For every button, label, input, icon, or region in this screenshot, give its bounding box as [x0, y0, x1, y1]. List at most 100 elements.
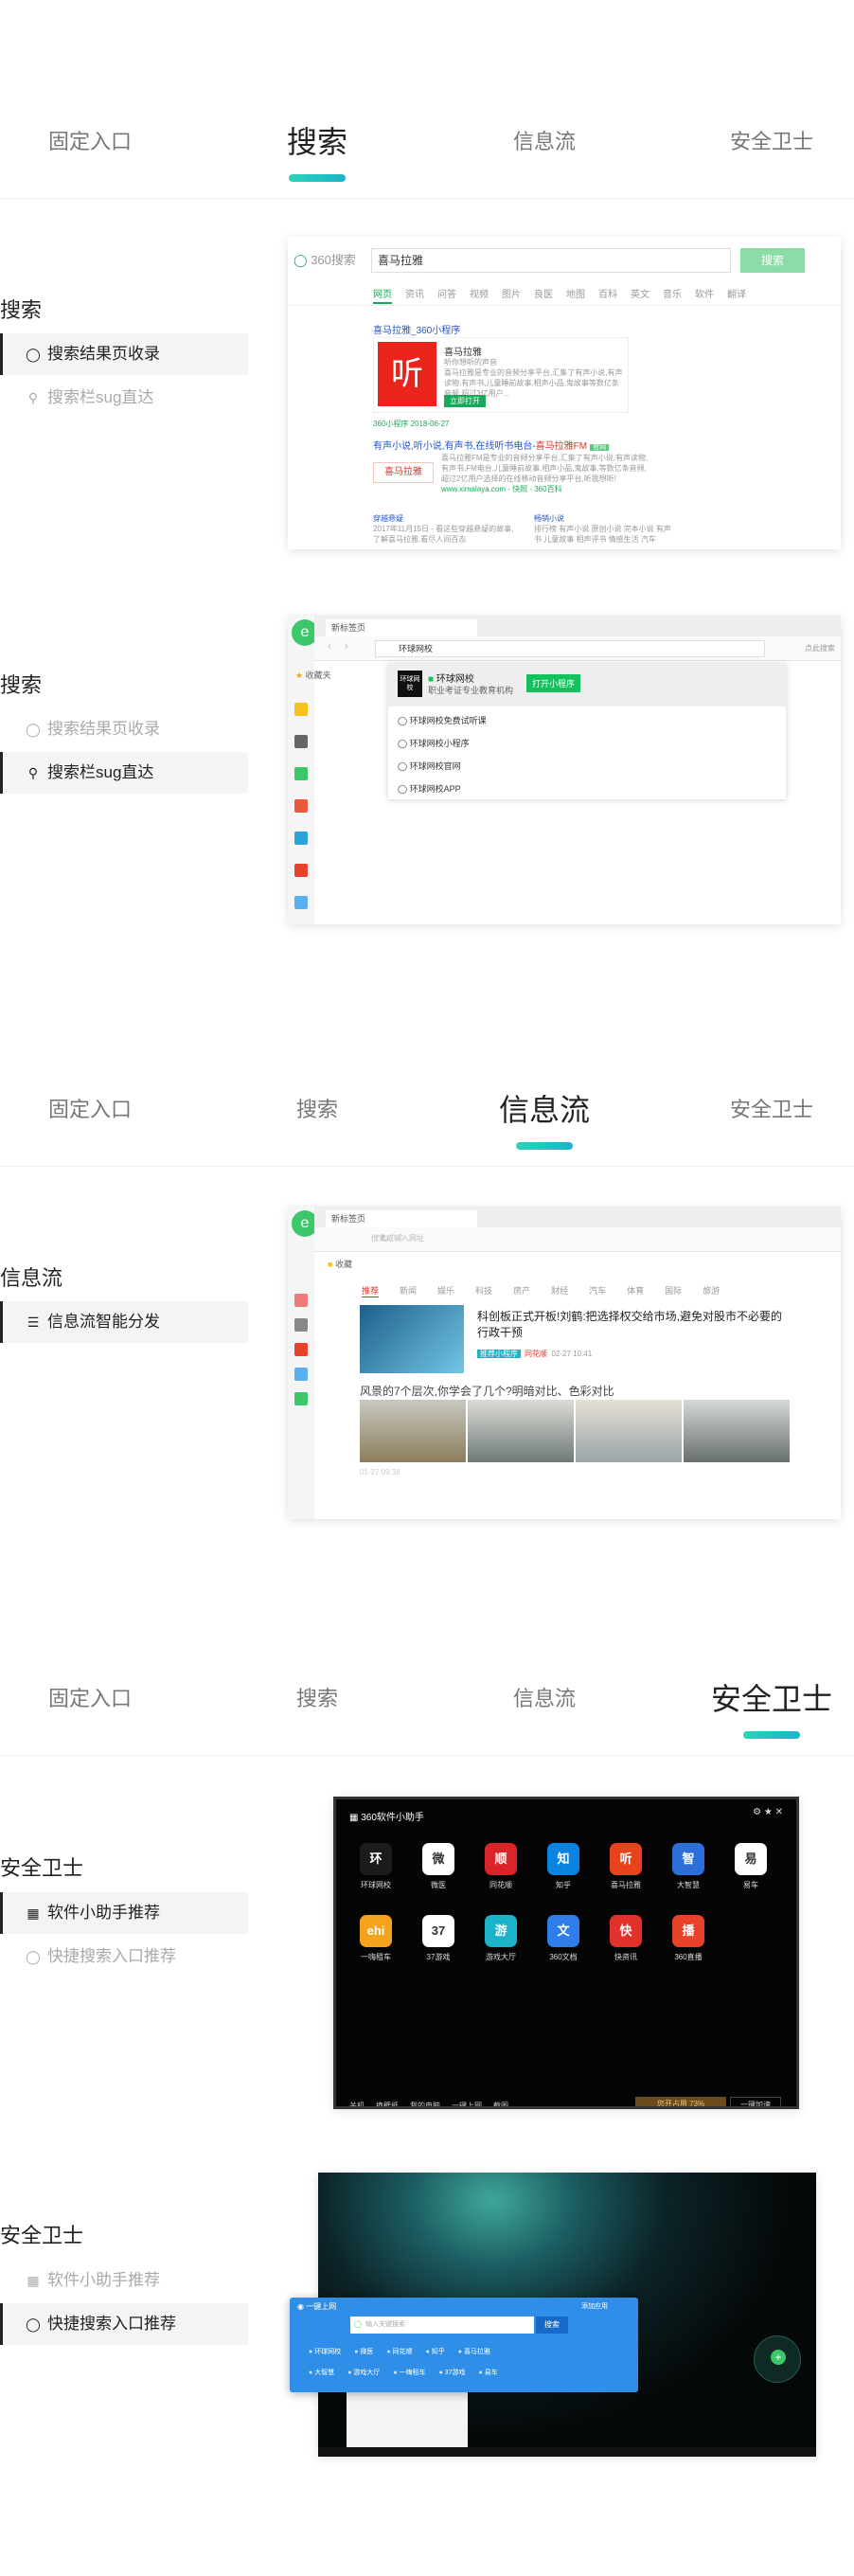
app-tile[interactable]: 播 360直播 [662, 1915, 715, 1962]
sidebar-app-icon[interactable] [294, 1318, 308, 1332]
news-image[interactable] [468, 1400, 574, 1462]
favorites-label[interactable]: ★ 收藏夹 [295, 669, 331, 681]
quick-link[interactable]: 游戏大厅 [347, 2368, 380, 2377]
news-image[interactable] [360, 1400, 466, 1462]
nav-item[interactable]: 视频 [470, 286, 489, 304]
open-button[interactable]: 立即打开 [444, 395, 486, 407]
tab-security[interactable]: 安全卫士 [686, 1082, 854, 1148]
browser-tab[interactable]: 新标签页 [326, 619, 477, 636]
nav-item[interactable]: 音乐 [663, 286, 682, 304]
tab-security[interactable]: 安全卫士 [686, 1671, 854, 1739]
quick-link[interactable]: 大智慧 [309, 2368, 334, 2377]
search-input[interactable]: 喜马拉雅 [371, 248, 731, 273]
app-tile[interactable]: 微微医 [412, 1843, 465, 1890]
sug-item[interactable]: ◯ 环球网校APP [398, 782, 461, 795]
app-tile[interactable]: ehi 一嗨租车 [349, 1915, 402, 1962]
app-tile[interactable]: 听喜马拉雅 [599, 1843, 652, 1890]
side-item-search-result[interactable]: ◯ 搜索结果页收录 [0, 333, 248, 375]
boost-button[interactable]: 一键加速 [730, 2097, 781, 2106]
address-bar[interactable]: 环球网校 [375, 640, 765, 657]
nav-item[interactable]: 资讯 [405, 286, 424, 304]
tab-fixed-entry[interactable]: 固定入口 [5, 1671, 175, 1737]
add-app-link[interactable]: 添加应用 [581, 2301, 608, 2311]
quick-link[interactable]: 一嗨租车 [393, 2368, 426, 2377]
result2-title-link[interactable]: 有声小说,听小说,有声书,在线听书电台-喜马拉雅FM 官网 [373, 438, 610, 452]
address-bar[interactable]: 搜索或输入网址 [367, 1231, 614, 1246]
mini-program-card[interactable]: 听 喜马拉雅 听你想听的声音 喜马拉雅是专业的音频分享平台,汇集了有声小说,有声读… [373, 337, 629, 413]
sidebar-app-icon[interactable] [294, 832, 308, 845]
nav-item[interactable]: 英文 [631, 286, 649, 304]
quick-search-input[interactable]: ◯ 输入关键搜索 [350, 2317, 534, 2334]
one-click-internet-button[interactable]: 一键上网 [452, 2101, 482, 2106]
feed-nav-item[interactable]: 汽车 [589, 1284, 606, 1297]
wallpaper-button[interactable]: 换壁纸 [376, 2101, 399, 2106]
my-computer-button[interactable]: 我的电脑 [410, 2101, 440, 2106]
tab-search[interactable]: 搜索 [232, 1671, 402, 1737]
app-tile[interactable]: 文 360文档 [537, 1915, 590, 1962]
tab-fixed-entry[interactable]: 固定入口 [5, 114, 175, 180]
sidebar-app-icon[interactable] [294, 1368, 308, 1381]
floating-widget[interactable]: + [754, 2335, 801, 2383]
news-image[interactable] [684, 1400, 790, 1462]
nav-item[interactable]: 地图 [566, 286, 585, 304]
feed-nav-item[interactable]: 房产 [513, 1284, 530, 1297]
open-mini-program-button[interactable]: 打开小程序 [526, 674, 581, 692]
side-item-search-result[interactable]: ◯ 搜索结果页收录 [0, 708, 248, 750]
nav-item[interactable]: 百科 [598, 286, 617, 304]
sug-top-item[interactable]: 环球网校 ■ 环球网校 职业考证专业教育机构 打开小程序 [388, 663, 786, 707]
app-tile[interactable]: 智大智慧 [662, 1843, 715, 1890]
sidebar-app-icon[interactable] [294, 1294, 308, 1307]
tab-fixed-entry[interactable]: 固定入口 [5, 1082, 175, 1148]
sidebar-app-icon[interactable] [294, 1392, 308, 1405]
sug-item[interactable]: ◯ 环球网校小程序 [398, 737, 470, 749]
sublink-block[interactable]: 畅销小说 排行榜 有声小说 原创小说 完本小说 有声书 儿童故事 相声评书 情感生… [534, 513, 676, 545]
sug-item[interactable]: ◯ 环球网校免费试听课 [398, 714, 487, 726]
feed-nav-item[interactable]: 财经 [551, 1284, 568, 1297]
shutdown-button[interactable]: 关机 [349, 2101, 365, 2106]
tab-feed[interactable]: 信息流 [459, 1082, 630, 1150]
nav-item[interactable]: 翻译 [727, 286, 746, 304]
side-item-feed[interactable]: ☰ 信息流智能分发 [0, 1301, 248, 1343]
nav-item[interactable]: 良医 [534, 286, 553, 304]
search-button[interactable]: 搜索 [740, 248, 805, 273]
tab-search[interactable]: 搜索 [232, 114, 402, 182]
result-title-link[interactable]: 喜马拉雅_360小程序 [373, 322, 460, 336]
quick-link[interactable]: 微医 [354, 2347, 373, 2356]
app-tile[interactable]: 游游戏大厅 [474, 1915, 527, 1962]
screenshot-button[interactable]: 截图 [493, 2101, 508, 2106]
tab-security[interactable]: 安全卫士 [686, 114, 854, 180]
feed-nav-item[interactable]: 新闻 [400, 1284, 417, 1297]
sublink-block[interactable]: 穿越悬疑 2017年11月15日 - 看这些穿越悬疑的故事,了解喜马拉雅,看尽人间… [373, 513, 515, 545]
news-thumbnail[interactable] [360, 1305, 464, 1373]
search-hint[interactable]: 点此搜索 [805, 643, 835, 653]
news-headline[interactable]: 科创板正式开板!刘鹤:把选择权交给市场,避免对股市不必要的行政干预 [477, 1309, 790, 1341]
browser-tab[interactable]: 新标签页 [326, 1210, 477, 1227]
feed-nav-item[interactable]: 推荐 [362, 1284, 380, 1297]
sug-item[interactable]: ◯ 环球网校官网 [398, 760, 461, 772]
feed-nav-item[interactable]: 体育 [627, 1284, 644, 1297]
nav-item[interactable]: 问答 [437, 286, 456, 304]
tab-feed[interactable]: 信息流 [459, 114, 630, 180]
favorites-label[interactable]: ■ 收藏 [328, 1258, 352, 1270]
news-headline[interactable]: 风景的7个层次,你学会了几个?明暗对比、色彩对比 [360, 1383, 614, 1399]
sidebar-app-icon[interactable] [294, 896, 308, 909]
quick-link[interactable]: 同花顺 [386, 2347, 413, 2356]
sidebar-app-icon[interactable] [294, 703, 308, 716]
quick-link[interactable]: 易车 [479, 2368, 498, 2377]
sidebar-app-icon[interactable] [294, 864, 308, 877]
quick-link[interactable]: 知乎 [426, 2347, 445, 2356]
feed-nav-item[interactable]: 娱乐 [437, 1284, 454, 1297]
side-item-sug[interactable]: ⚲ 搜索栏sug直达 [0, 752, 248, 794]
nav-item[interactable]: 图片 [502, 286, 521, 304]
side-item-software-helper[interactable]: ▦ 软件小助手推荐 [0, 2260, 248, 2301]
side-item-software-helper[interactable]: ▦ 软件小助手推荐 [0, 1892, 248, 1934]
helper-window-controls[interactable]: ⚙ ★ ✕ [753, 1807, 783, 1817]
sidebar-app-icon[interactable] [294, 735, 308, 748]
side-item-quick-search[interactable]: ◯ 快捷搜索入口推荐 [0, 2303, 248, 2345]
feed-nav-item[interactable]: 科技 [475, 1284, 492, 1297]
forward-icon[interactable]: › [345, 641, 348, 653]
side-item-quick-search[interactable]: ◯ 快捷搜索入口推荐 [0, 1936, 248, 1977]
nav-item[interactable]: 软件 [695, 286, 714, 304]
app-tile[interactable]: 顺同花顺 [474, 1843, 527, 1890]
nav-item[interactable]: 网页 [373, 286, 392, 304]
